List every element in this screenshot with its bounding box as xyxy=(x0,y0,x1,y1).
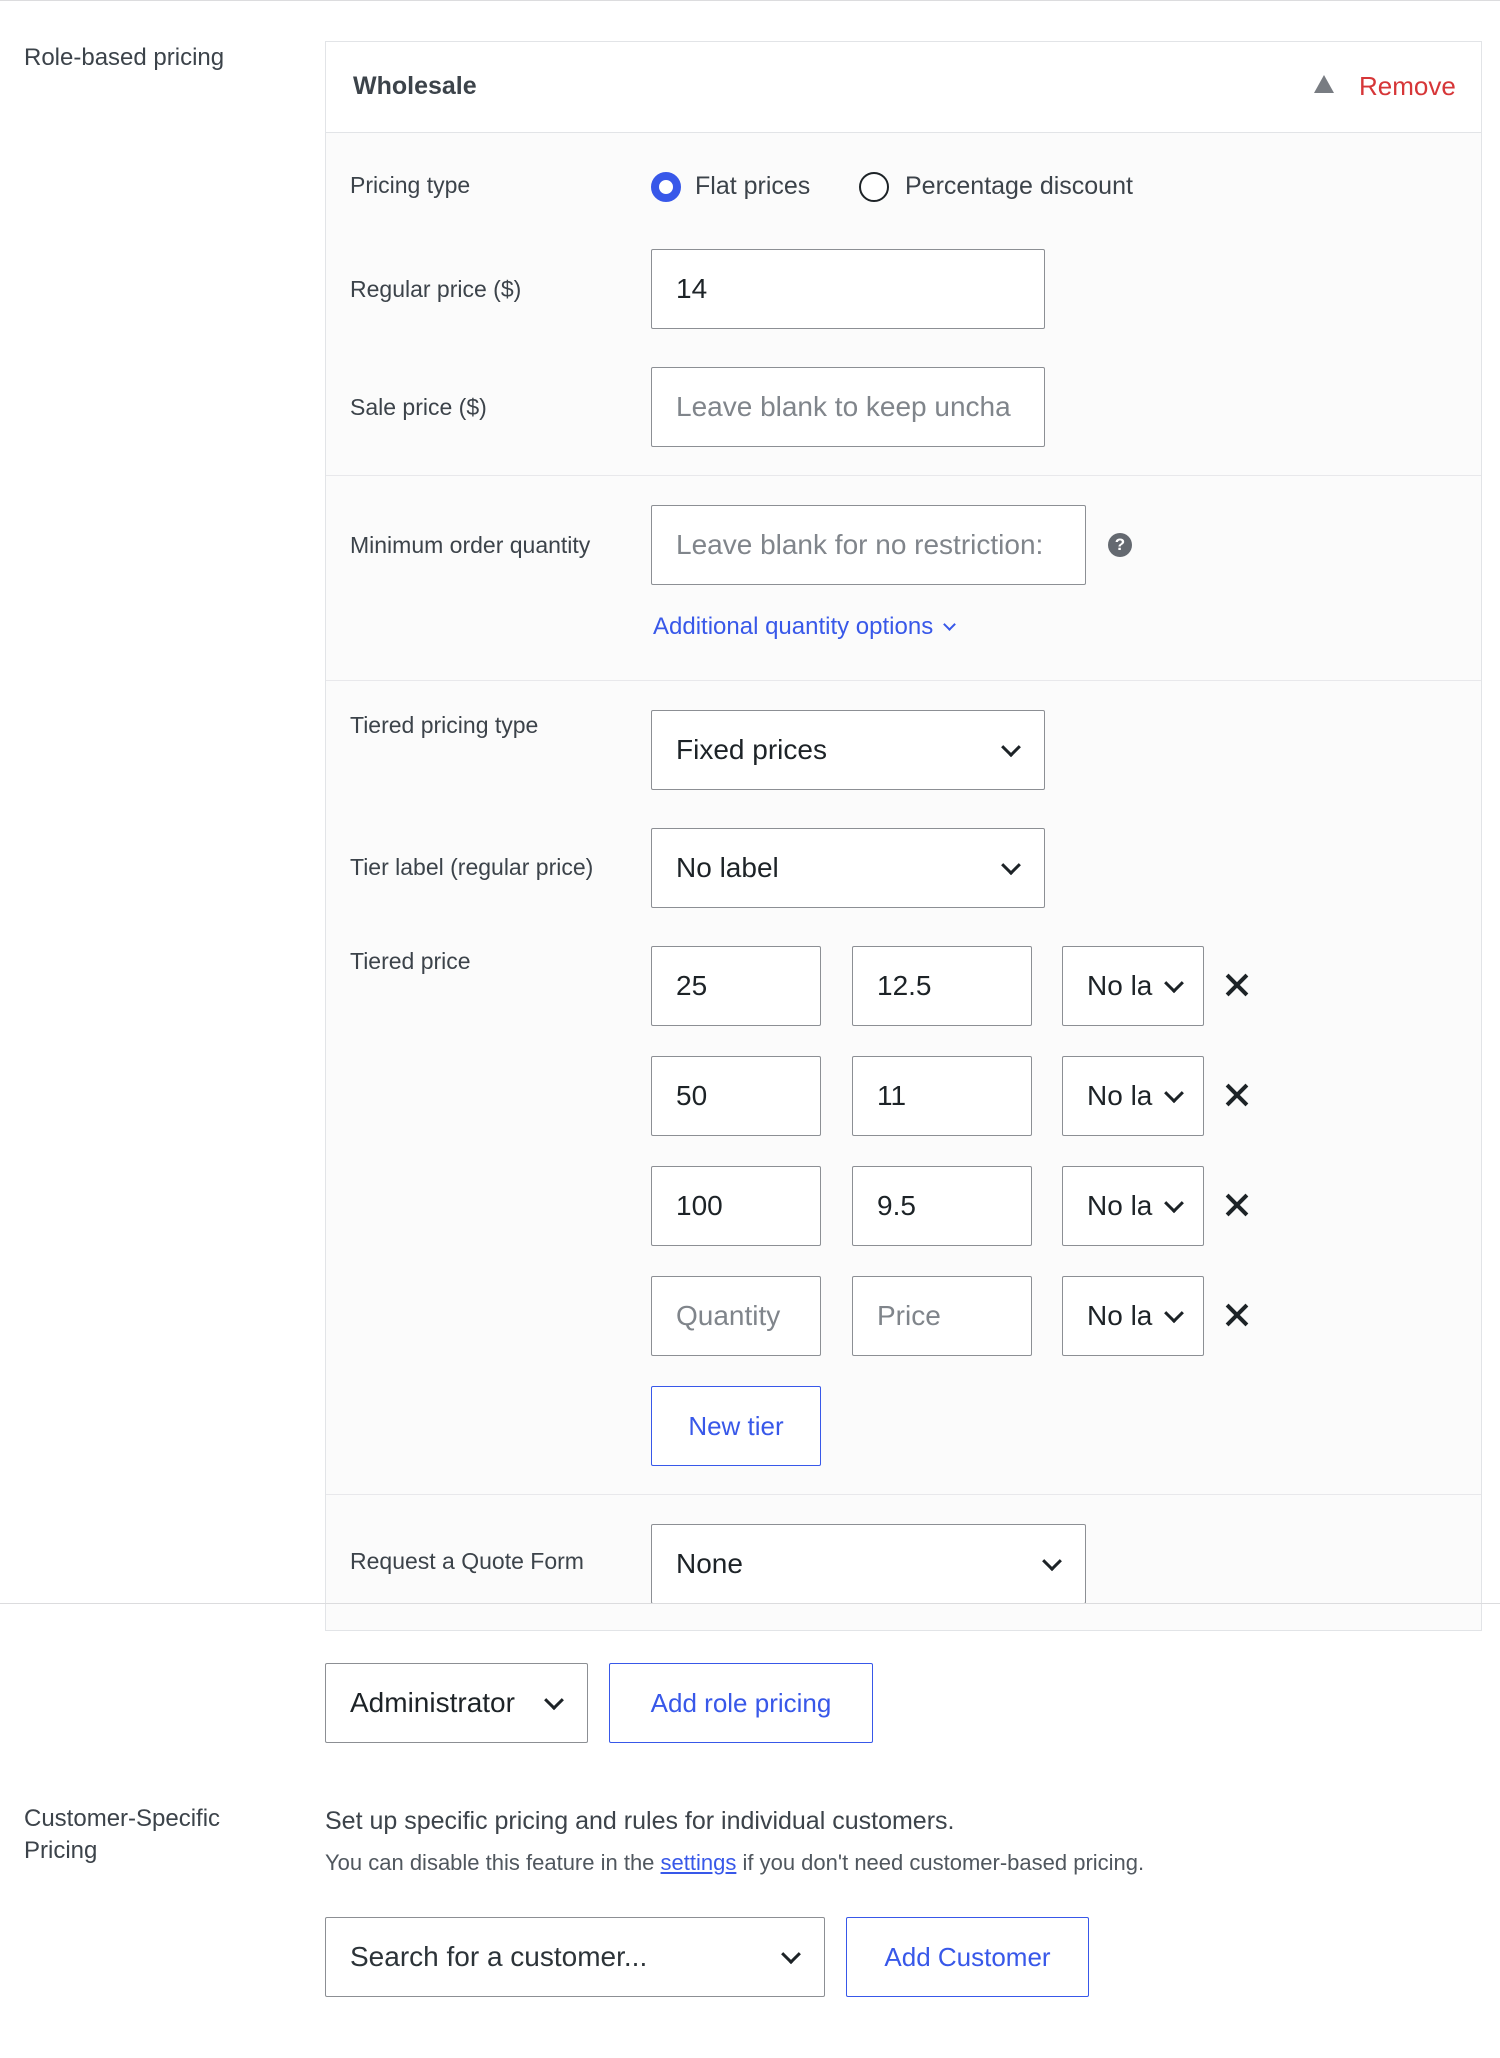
add-customer-button[interactable]: Add Customer xyxy=(846,1917,1089,1997)
settings-link[interactable]: settings xyxy=(661,1850,737,1875)
remove-tier-icon[interactable] xyxy=(1224,1192,1250,1218)
chevron-down-icon xyxy=(1164,1303,1184,1324)
role-select[interactable]: Administrator xyxy=(325,1663,588,1743)
tier-price-input[interactable]: 11 xyxy=(852,1056,1032,1136)
min-order-qty-label: Minimum order quantity xyxy=(350,532,591,558)
tier-label-row-value: No la xyxy=(1087,970,1153,1001)
regular-price-input[interactable]: 14 xyxy=(651,249,1045,329)
chevron-down-icon xyxy=(1001,737,1021,758)
tier-label-row-value: No la xyxy=(1087,1300,1153,1331)
customer-search-placeholder: Search for a customer... xyxy=(350,1941,648,1972)
note-text-before: You can disable this feature in the xyxy=(325,1850,661,1875)
tiered-pricing-type-value: Fixed prices xyxy=(676,734,827,765)
tier-label-row-select[interactable]: No la xyxy=(1062,1056,1204,1136)
role-panel-header[interactable]: Wholesale Remove xyxy=(326,42,1481,133)
top-divider xyxy=(0,0,1500,1)
quote-form-value: None xyxy=(676,1548,743,1579)
tier-label-row-value: No la xyxy=(1087,1080,1153,1111)
tier-label-row-select[interactable]: No la xyxy=(1062,1276,1204,1356)
chevron-down-icon xyxy=(1164,973,1184,994)
percentage-discount-radio[interactable] xyxy=(859,172,889,202)
customer-search-select[interactable]: Search for a customer... xyxy=(325,1917,825,1997)
customer-pricing-section-label: Customer-Specific Pricing xyxy=(24,1803,220,1867)
tier-price-input[interactable]: Price xyxy=(852,1276,1032,1356)
customer-pricing-description: Set up specific pricing and rules for in… xyxy=(325,1807,955,1835)
section-divider xyxy=(326,1494,1481,1495)
role-select-value: Administrator xyxy=(350,1687,515,1718)
flat-prices-radio[interactable] xyxy=(651,172,681,202)
tier-label-row-value: No la xyxy=(1087,1190,1153,1221)
chevron-down-icon xyxy=(1001,855,1021,876)
tiered-pricing-type-select[interactable]: Fixed prices xyxy=(651,710,1045,790)
tier-quantity-input[interactable]: Quantity xyxy=(651,1276,821,1356)
min-order-qty-input[interactable]: Leave blank for no restriction: xyxy=(651,505,1086,585)
role-title: Wholesale xyxy=(353,72,477,100)
tier-label-value: No label xyxy=(676,852,779,883)
section-divider xyxy=(326,680,1481,681)
quote-form-label: Request a Quote Form xyxy=(350,1548,584,1574)
regular-price-label: Regular price ($) xyxy=(350,276,522,302)
tier-label-select[interactable]: No label xyxy=(651,828,1045,908)
add-role-pricing-button[interactable]: Add role pricing xyxy=(609,1663,873,1743)
remove-tier-icon[interactable] xyxy=(1224,1302,1250,1328)
section-divider xyxy=(326,475,1481,476)
tier-quantity-input[interactable]: 25 xyxy=(651,946,821,1026)
help-icon[interactable]: ? xyxy=(1108,533,1132,557)
tiered-price-label: Tiered price xyxy=(350,948,471,974)
chevron-down-icon xyxy=(943,618,957,631)
role-pricing-panel: Wholesale Remove Pricing type Flat price… xyxy=(325,41,1482,1631)
tier-quantity-input[interactable]: 50 xyxy=(651,1056,821,1136)
tier-quantity-input[interactable]: 100 xyxy=(651,1166,821,1246)
quote-form-select[interactable]: None xyxy=(651,1524,1086,1604)
customer-pricing-note: You can disable this feature in the sett… xyxy=(325,1850,1144,1876)
tier-price-input[interactable]: 9.5 xyxy=(852,1166,1032,1246)
sale-price-label: Sale price ($) xyxy=(350,394,487,420)
additional-qty-options-label: Additional quantity options xyxy=(653,613,934,640)
tier-label-row-select[interactable]: No la xyxy=(1062,1166,1204,1246)
customer-pricing-label-line2: Pricing xyxy=(24,1837,98,1864)
chevron-down-icon xyxy=(1164,1083,1184,1104)
chevron-down-icon xyxy=(1042,1551,1062,1572)
chevron-down-icon xyxy=(1164,1193,1184,1214)
remove-tier-icon[interactable] xyxy=(1224,972,1250,998)
remove-role-link[interactable]: Remove xyxy=(1359,71,1456,102)
new-tier-button[interactable]: New tier xyxy=(651,1386,821,1466)
sale-price-input[interactable]: Leave blank to keep uncha xyxy=(651,367,1045,447)
remove-tier-icon[interactable] xyxy=(1224,1082,1250,1108)
tier-label-label: Tier label (regular price) xyxy=(350,854,594,880)
flat-prices-label[interactable]: Flat prices xyxy=(695,172,810,201)
percentage-discount-label[interactable]: Percentage discount xyxy=(905,172,1133,201)
section-divider xyxy=(0,1603,1500,1604)
collapse-triangle-icon[interactable] xyxy=(1314,75,1334,93)
tier-label-row-select[interactable]: No la xyxy=(1062,946,1204,1026)
tiered-pricing-type-label: Tiered pricing type xyxy=(350,712,539,738)
chevron-down-icon xyxy=(544,1690,564,1711)
role-pricing-section-label: Role-based pricing xyxy=(24,44,225,71)
additional-qty-options-link[interactable]: Additional quantity options xyxy=(653,613,957,641)
note-text-after: if you don't need customer-based pricing… xyxy=(736,1850,1145,1875)
chevron-down-icon xyxy=(781,1944,801,1965)
pricing-type-label: Pricing type xyxy=(350,172,471,198)
customer-pricing-label-line1: Customer-Specific xyxy=(24,1805,221,1832)
tier-price-input[interactable]: 12.5 xyxy=(852,946,1032,1026)
